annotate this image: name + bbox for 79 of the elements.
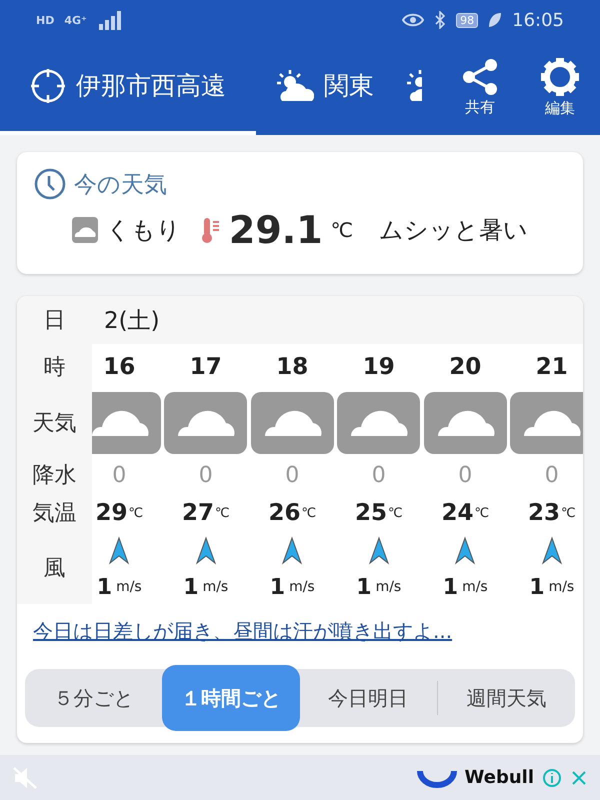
temperature-unit: ℃ bbox=[214, 506, 230, 520]
date-text: 2(土) bbox=[104, 306, 160, 336]
speed-unit: m/s bbox=[289, 579, 315, 595]
cloud-icon bbox=[337, 392, 420, 454]
bluetooth-icon bbox=[434, 11, 446, 29]
ad-brand: Webull bbox=[464, 767, 534, 788]
speed-unit: m/s bbox=[548, 579, 574, 595]
condition-text: くもり bbox=[106, 215, 181, 246]
feeling-text: ムシッと暑い bbox=[379, 215, 528, 246]
rain-amount: 0 bbox=[544, 462, 559, 488]
status-label: HD bbox=[36, 14, 54, 26]
row-label: 天気 bbox=[32, 410, 78, 438]
leaf-icon bbox=[488, 12, 502, 28]
rain-amount: 0 bbox=[458, 462, 472, 488]
rain-amount: 0 bbox=[372, 462, 386, 488]
hour-text: 20 bbox=[449, 354, 482, 380]
wind-speed: 1 bbox=[183, 574, 199, 600]
temperature-unit: ℃ bbox=[330, 218, 354, 242]
rain-amount: 0 bbox=[112, 462, 126, 488]
share-icon bbox=[461, 58, 499, 96]
location-tab[interactable]: 関東 bbox=[256, 40, 394, 135]
row-label: 風 bbox=[42, 555, 66, 583]
hour-text: 19 bbox=[362, 354, 395, 380]
temperature-value: 24 bbox=[441, 500, 474, 526]
speed-unit: m/s bbox=[462, 579, 488, 595]
temperature-value: 25 bbox=[354, 500, 387, 526]
hour-text: 21 bbox=[536, 354, 568, 380]
location-tab[interactable]: 伊那市西高遠 bbox=[0, 40, 256, 135]
temperature-unit: ℃ bbox=[301, 506, 316, 520]
hour-text: 18 bbox=[276, 354, 308, 380]
wind-speed: 1 bbox=[96, 574, 112, 600]
temperature-value: 26 bbox=[268, 500, 300, 526]
crosshair-icon bbox=[30, 68, 66, 104]
hour-text: 16 bbox=[103, 354, 136, 380]
eye-icon bbox=[402, 13, 424, 27]
wind-speed: 1 bbox=[442, 574, 458, 600]
segment-tab[interactable]: ５分ごと bbox=[25, 669, 162, 727]
segment-tab[interactable]: 週間天気 bbox=[438, 669, 575, 727]
edit-button[interactable]: 編集 bbox=[520, 40, 600, 135]
row-label: 気温 bbox=[32, 500, 78, 528]
thermometer-icon bbox=[200, 216, 221, 244]
cloud-icon bbox=[250, 392, 334, 454]
cloud-icon bbox=[164, 392, 248, 454]
clock-time: 16:05 bbox=[512, 10, 564, 30]
wind-speed: 1 bbox=[270, 574, 286, 600]
row-label: 日 bbox=[42, 307, 66, 335]
temperature-unit: ℃ bbox=[560, 506, 576, 520]
close-icon[interactable] bbox=[570, 768, 588, 786]
temperature-unit: ℃ bbox=[128, 506, 144, 520]
summary-link[interactable]: 今日は日差しが届き、昼間は汗が噴き出すよ... bbox=[33, 618, 567, 645]
temperature-value: 29.1 bbox=[228, 208, 323, 252]
row-label: 時 bbox=[42, 354, 66, 382]
temperature-unit: ℃ bbox=[474, 506, 490, 520]
sun-cloud-icon bbox=[276, 68, 314, 102]
speed-unit: m/s bbox=[376, 579, 402, 595]
temperature-value: 27 bbox=[182, 500, 214, 526]
settings-icon bbox=[540, 57, 580, 97]
status-label: 4G⁺ bbox=[64, 14, 87, 26]
wind-speed: 1 bbox=[356, 574, 372, 600]
speed-unit: m/s bbox=[116, 579, 142, 595]
segment-tab[interactable]: 今日明日 bbox=[300, 669, 437, 727]
sun-cloud-icon bbox=[404, 68, 422, 102]
hour-text: 17 bbox=[190, 354, 222, 380]
wind-speed: 1 bbox=[529, 574, 545, 600]
row-label: 降水 bbox=[32, 462, 78, 490]
temperature-value: 29 bbox=[95, 500, 128, 526]
cloud-icon bbox=[424, 392, 507, 454]
share-button[interactable]: 共有 bbox=[440, 40, 520, 135]
rain-amount: 0 bbox=[198, 462, 213, 488]
info-icon[interactable] bbox=[542, 768, 562, 788]
section-title: 今の天気 bbox=[74, 170, 167, 200]
speed-unit: m/s bbox=[202, 579, 228, 595]
battery-level: 98 bbox=[456, 12, 478, 28]
temperature-value: 23 bbox=[528, 500, 560, 526]
cloud-icon bbox=[72, 217, 98, 243]
rain-amount: 0 bbox=[285, 462, 300, 488]
clock-icon bbox=[34, 168, 66, 200]
signal-icon bbox=[96, 10, 123, 30]
temperature-unit: ℃ bbox=[388, 506, 403, 520]
